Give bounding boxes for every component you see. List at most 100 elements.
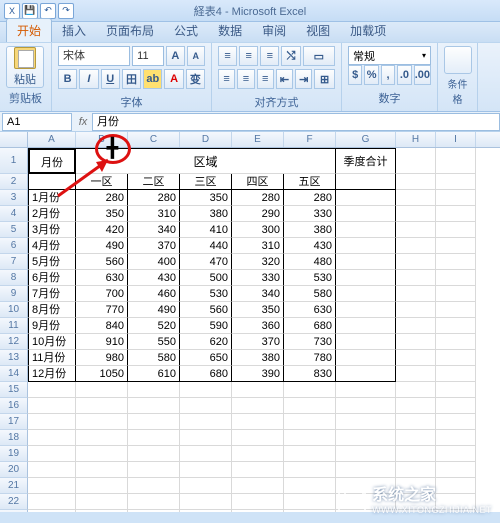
cell[interactable]: [336, 270, 396, 286]
cell[interactable]: [76, 430, 128, 446]
cell[interactable]: [76, 478, 128, 494]
cell[interactable]: [180, 462, 232, 478]
cell[interactable]: 3月份: [28, 222, 76, 238]
cell[interactable]: [336, 350, 396, 366]
cell[interactable]: [28, 446, 76, 462]
number-format-select[interactable]: 常规▾: [348, 46, 431, 65]
cell[interactable]: 5月份: [28, 254, 76, 270]
cell[interactable]: [336, 462, 396, 478]
row-header-11[interactable]: 11: [0, 318, 28, 334]
cell[interactable]: [336, 254, 396, 270]
cell[interactable]: 400: [128, 254, 180, 270]
currency-button[interactable]: $: [348, 65, 362, 85]
cell[interactable]: [232, 398, 284, 414]
cell[interactable]: 9月份: [28, 318, 76, 334]
cell[interactable]: 580: [128, 350, 180, 366]
cell[interactable]: 350: [232, 302, 284, 318]
cell[interactable]: [396, 270, 436, 286]
bold-button[interactable]: B: [58, 69, 77, 89]
cell[interactable]: [436, 446, 476, 462]
col-header-G[interactable]: G: [336, 132, 396, 147]
paste-button[interactable]: 粘贴: [6, 46, 44, 88]
tab-页面布局[interactable]: 页面布局: [96, 19, 164, 42]
row-header-12[interactable]: 12: [0, 334, 28, 350]
cell[interactable]: [284, 430, 336, 446]
cell[interactable]: 280: [128, 190, 180, 206]
cell[interactable]: 610: [128, 366, 180, 382]
cell[interactable]: [396, 286, 436, 302]
cell[interactable]: [232, 382, 284, 398]
row-header-8[interactable]: 8: [0, 270, 28, 286]
align-center-button[interactable]: ≡: [237, 69, 254, 89]
col-header-A[interactable]: A: [28, 132, 76, 147]
row-header-23[interactable]: 23: [0, 510, 28, 512]
align-middle-button[interactable]: ≡: [239, 46, 258, 66]
cell[interactable]: 430: [284, 238, 336, 254]
phonetic-button[interactable]: 变: [186, 69, 205, 89]
cell[interactable]: [436, 318, 476, 334]
cell[interactable]: 780: [284, 350, 336, 366]
cell[interactable]: 11月份: [28, 350, 76, 366]
cell[interactable]: [28, 430, 76, 446]
cell[interactable]: [396, 190, 436, 206]
cell[interactable]: 370: [232, 334, 284, 350]
cell[interactable]: [336, 206, 396, 222]
cell[interactable]: [396, 366, 436, 382]
cell[interactable]: [336, 366, 396, 382]
cell[interactable]: [336, 222, 396, 238]
border-button[interactable]: 田: [122, 69, 141, 89]
cell[interactable]: [232, 430, 284, 446]
cell[interactable]: [396, 254, 436, 270]
cell[interactable]: [436, 206, 476, 222]
cell[interactable]: [232, 414, 284, 430]
cell[interactable]: [336, 334, 396, 350]
name-box[interactable]: A1: [2, 113, 72, 131]
cell[interactable]: [396, 382, 436, 398]
cell[interactable]: [436, 190, 476, 206]
cell[interactable]: 410: [180, 222, 232, 238]
cell[interactable]: [284, 494, 336, 510]
indent-inc-button[interactable]: ⇥: [295, 69, 312, 89]
cell[interactable]: 350: [180, 190, 232, 206]
cell[interactable]: 340: [128, 222, 180, 238]
cell[interactable]: [284, 414, 336, 430]
cell[interactable]: [284, 446, 336, 462]
percent-button[interactable]: %: [364, 65, 378, 85]
cell[interactable]: 550: [128, 334, 180, 350]
cell[interactable]: [396, 462, 436, 478]
cell[interactable]: [396, 350, 436, 366]
cell[interactable]: [76, 494, 128, 510]
cell[interactable]: [232, 462, 284, 478]
save-icon[interactable]: 💾: [22, 3, 38, 19]
cell[interactable]: [396, 206, 436, 222]
cell[interactable]: [436, 462, 476, 478]
cell[interactable]: 530: [284, 270, 336, 286]
cell[interactable]: [76, 510, 128, 512]
fill-color-button[interactable]: ab: [143, 69, 162, 89]
cell[interactable]: [436, 174, 476, 190]
cell[interactable]: [336, 318, 396, 334]
cell[interactable]: [396, 446, 436, 462]
cell[interactable]: 680: [284, 318, 336, 334]
tab-加载项[interactable]: 加载项: [340, 19, 396, 42]
row-header-4[interactable]: 4: [0, 206, 28, 222]
cell[interactable]: [436, 382, 476, 398]
cell[interactable]: [232, 478, 284, 494]
tab-插入[interactable]: 插入: [52, 19, 96, 42]
cell[interactable]: [396, 334, 436, 350]
row-header-15[interactable]: 15: [0, 382, 28, 398]
cell[interactable]: 一区: [76, 174, 128, 190]
tab-开始[interactable]: 开始: [6, 18, 52, 42]
col-header-D[interactable]: D: [180, 132, 232, 147]
indent-dec-button[interactable]: ⇤: [276, 69, 293, 89]
cell[interactable]: 380: [284, 222, 336, 238]
cell[interactable]: [336, 430, 396, 446]
cell[interactable]: [436, 254, 476, 270]
cell[interactable]: [180, 382, 232, 398]
cell[interactable]: [180, 414, 232, 430]
cell[interactable]: [28, 174, 76, 190]
tab-数据[interactable]: 数据: [208, 19, 252, 42]
comma-button[interactable]: ,: [381, 65, 395, 85]
cell[interactable]: [336, 286, 396, 302]
worksheet[interactable]: ABCDEFGHI1月份区域季度合计2一区二区三区四区五区31月份2802803…: [0, 132, 500, 512]
